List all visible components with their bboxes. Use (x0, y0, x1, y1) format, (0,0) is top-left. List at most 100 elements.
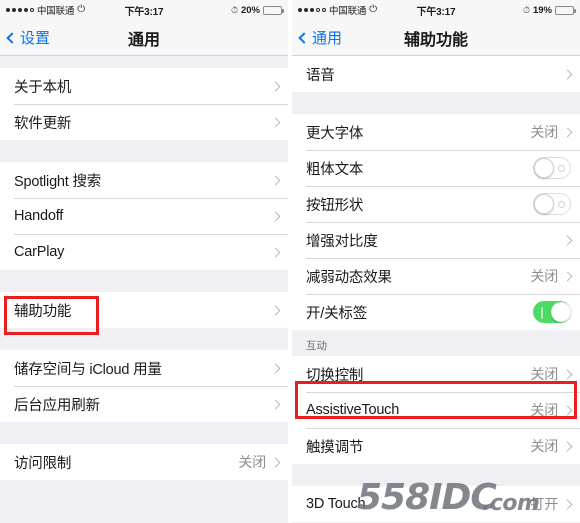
settings-row-label: 切换控制 (306, 367, 364, 384)
settings-row-value: 打开 (530, 496, 558, 512)
chevron-right-icon (562, 271, 573, 281)
settings-row[interactable]: 后台应用刷新 (0, 386, 288, 422)
back-button-label: 通用 (312, 30, 343, 47)
chevron-right-icon (270, 363, 281, 373)
group-spacer (0, 422, 288, 444)
settings-row-label: 储存空间与 iCloud 用量 (14, 361, 162, 378)
toggle-switch[interactable] (533, 301, 571, 323)
settings-group: 更大字体 关闭 粗体文本 按钮形状 增强对比度 减弱动态效果 关闭 开/关标签 (292, 114, 580, 330)
settings-row-label: CarPlay (14, 244, 65, 260)
settings-row[interactable]: CarPlay (0, 234, 288, 270)
alarm-icon: ⏱ (522, 4, 530, 15)
settings-row[interactable]: 按钮形状 (292, 186, 580, 222)
section-header-label: 互动 (306, 340, 327, 352)
toggle-switch[interactable] (533, 193, 571, 215)
settings-group: 关于本机软件更新 (0, 68, 288, 140)
settings-group: 访问限制 关闭 (0, 444, 288, 480)
chevron-right-icon (270, 247, 281, 257)
toggle-switch[interactable] (533, 157, 571, 179)
settings-row[interactable]: 语音 (292, 56, 580, 92)
group-spacer (0, 56, 288, 68)
settings-row-label: 增强对比度 (306, 233, 378, 250)
phone-screen-general-settings: 中国联通 ⏻ 下午3:17 ⏱ 20% 设置 通用 关于本机 软件更新 Spotli… (0, 0, 288, 523)
settings-list-general[interactable]: 关于本机软件更新 Spotlight 搜索 Handoff CarPlay 辅助功能储存… (0, 56, 288, 523)
settings-row[interactable]: 开/关标签 (292, 294, 580, 330)
settings-row[interactable]: 切换控制 关闭 (292, 356, 580, 392)
chevron-right-icon (562, 441, 573, 451)
chevron-right-icon (270, 81, 281, 91)
group-spacer (292, 464, 580, 486)
settings-row-value: 关闭 (530, 438, 558, 454)
settings-row-label: 更大字体 (306, 125, 364, 142)
settings-row-label: 粗体文本 (306, 161, 364, 178)
settings-group: 3D Touch 打开 (292, 486, 580, 522)
settings-row-label: 减弱动态效果 (306, 269, 392, 286)
settings-row[interactable]: 储存空间与 iCloud 用量 (0, 350, 288, 386)
status-bar-left: 中国联通 ⏻ 下午3:17 ⏱ 20% (0, 0, 288, 20)
settings-row-value: 关闭 (530, 124, 558, 140)
settings-row[interactable]: 触摸调节 关闭 (292, 428, 580, 464)
settings-row-label: 访问限制 (14, 455, 72, 472)
toggle-knob (534, 194, 554, 214)
settings-row[interactable]: 辅助功能 (0, 292, 288, 328)
settings-group: 储存空间与 iCloud 用量 后台应用刷新 (0, 350, 288, 422)
settings-row[interactable]: 软件更新 (0, 104, 288, 140)
chevron-right-icon (270, 305, 281, 315)
chevron-right-icon (562, 69, 573, 79)
dual-phone-screenshot: 中国联通 ⏻ 下午3:17 ⏱ 20% 设置 通用 关于本机软件更新 Spotli… (0, 0, 580, 523)
back-button-settings[interactable]: 设置 (6, 27, 51, 48)
settings-row-value: 关闭 (530, 366, 558, 382)
settings-row-label: Spotlight 搜索 (14, 173, 102, 190)
group-spacer (292, 92, 580, 114)
toggle-knob (551, 302, 571, 322)
chevron-right-icon (270, 175, 281, 185)
settings-row-label: 语音 (306, 67, 335, 84)
settings-row[interactable]: Spotlight 搜索 (0, 162, 288, 198)
settings-list-accessibility[interactable]: 语音 更大字体 关闭 粗体文本 按钮形状 增强对比度 减弱动态效果 关闭 开/关标签 互动 切换控制… (292, 56, 580, 523)
status-bar-right-cluster: ⏱ 20% (230, 4, 284, 16)
status-bar-right-cluster: ⏱ 19% (522, 4, 576, 16)
settings-row-label: 软件更新 (14, 115, 72, 132)
battery-percent-label: 20% (240, 4, 260, 16)
settings-row[interactable]: 访问限制 关闭 (0, 444, 288, 480)
chevron-right-icon (562, 405, 573, 415)
chevron-right-icon (562, 499, 573, 509)
settings-row-label: 开/关标签 (306, 305, 368, 322)
settings-row-value: 关闭 (530, 402, 558, 418)
settings-row[interactable]: Handoff (0, 198, 288, 234)
settings-row-value: 关闭 (238, 454, 266, 470)
group-spacer (0, 140, 288, 162)
toggle-bar (541, 307, 543, 319)
settings-row-label: 辅助功能 (14, 303, 72, 320)
back-button-label: 设置 (20, 30, 51, 47)
settings-row[interactable]: 3D Touch 打开 (292, 486, 580, 522)
alarm-icon: ⏱ (230, 4, 238, 15)
battery-icon (263, 5, 284, 15)
settings-row-label: 3D Touch (306, 496, 366, 512)
toggle-off-dot (558, 165, 565, 172)
settings-row-label: 按钮形状 (306, 197, 364, 214)
chevron-right-icon (270, 117, 281, 127)
back-button-general[interactable]: 通用 (298, 27, 343, 48)
settings-group: 切换控制 关闭 AssistiveTouch 关闭 触摸调节 关闭 (292, 356, 580, 464)
settings-group: 辅助功能 (0, 292, 288, 328)
settings-row[interactable]: 关于本机 (0, 68, 288, 104)
settings-row-label: 后台应用刷新 (14, 397, 100, 414)
settings-row-label: Handoff (14, 208, 64, 224)
section-header: 互动 (292, 330, 580, 356)
chevron-right-icon (562, 235, 573, 245)
group-spacer (0, 270, 288, 292)
chevron-right-icon (562, 127, 573, 137)
settings-row[interactable]: 增强对比度 (292, 222, 580, 258)
settings-row[interactable]: AssistiveTouch 关闭 (292, 392, 580, 428)
toggle-knob (534, 158, 554, 178)
battery-percent-label: 19% (532, 4, 552, 16)
settings-row[interactable]: 更大字体 关闭 (292, 114, 580, 150)
settings-row[interactable]: 减弱动态效果 关闭 (292, 258, 580, 294)
settings-row[interactable]: 粗体文本 (292, 150, 580, 186)
chevron-right-icon (270, 457, 281, 467)
settings-row-label: 触摸调节 (306, 439, 364, 456)
toggle-off-dot (558, 201, 565, 208)
chevron-left-icon (6, 31, 18, 44)
chevron-left-icon (298, 31, 310, 44)
